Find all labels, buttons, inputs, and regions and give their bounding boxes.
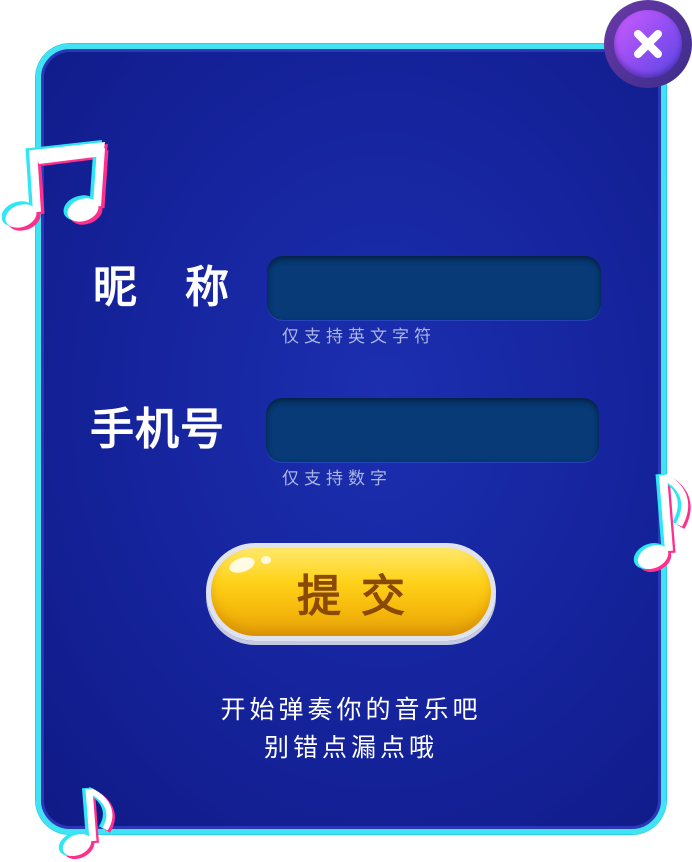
score-entry-dialog: 昵称 仅支持英文字符 手机号 仅支持数字 提交 开始弹奏你的音乐吧 别错点漏点哦 (0, 0, 692, 862)
tip-line-1: 开始弹奏你的音乐吧 (220, 695, 482, 724)
music-note-icon (2, 140, 109, 231)
close-button[interactable] (604, 0, 692, 88)
music-note-icon (633, 472, 691, 573)
music-note-icon (58, 786, 115, 860)
phone-hint: 仅支持数字 (282, 469, 392, 489)
nickname-input[interactable] (267, 256, 601, 320)
close-icon (634, 30, 662, 58)
submit-button-label: 提交 (297, 571, 425, 622)
submit-button[interactable]: 提交 (206, 543, 496, 641)
phone-input[interactable] (266, 398, 599, 462)
nickname-hint: 仅支持英文字符 (282, 327, 436, 347)
tip-line-2: 别错点漏点哦 (263, 733, 438, 762)
nickname-label: 昵称 (93, 262, 277, 313)
close-button-face (614, 10, 682, 78)
phone-label: 手机号 (90, 404, 225, 455)
